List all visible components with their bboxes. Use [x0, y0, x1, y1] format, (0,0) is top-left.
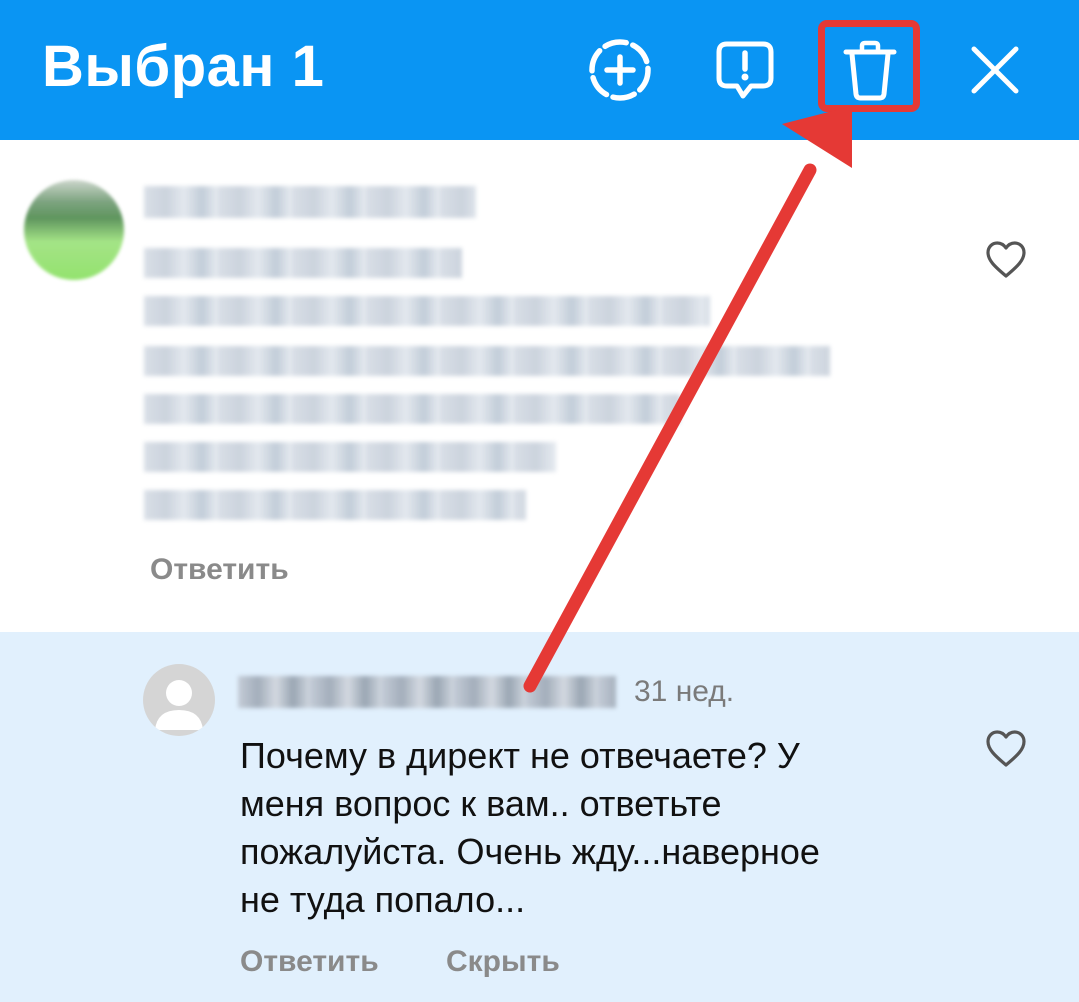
add-story-icon — [589, 39, 651, 101]
comment-text-blurred — [144, 296, 710, 326]
comment-text-blurred — [144, 490, 526, 520]
default-avatar[interactable] — [143, 664, 215, 736]
like-heart-icon[interactable] — [984, 238, 1028, 282]
close-icon — [971, 46, 1019, 94]
reply-button[interactable]: Ответить — [150, 552, 289, 588]
comments-selection-screen: Выбран 1 Ответить 31 нед. Почему в дирек… — [0, 0, 1079, 1002]
username-blurred[interactable] — [238, 676, 616, 708]
comment-item[interactable]: Ответить — [0, 140, 1079, 632]
report-button[interactable] — [705, 30, 785, 110]
comment-text: Почему в директ не отвечаете? У меня воп… — [240, 735, 820, 920]
username-blurred — [144, 186, 476, 218]
like-heart-icon[interactable] — [984, 727, 1028, 771]
selection-count-title: Выбран 1 — [42, 34, 325, 99]
selection-toolbar: Выбран 1 — [0, 0, 1079, 140]
user-silhouette-icon — [155, 680, 203, 730]
comment-text-blurred — [144, 248, 462, 278]
add-to-story-button[interactable] — [580, 30, 660, 110]
reply-button[interactable]: Ответить — [240, 944, 379, 980]
comment-text-blurred — [144, 346, 830, 376]
avatar[interactable] — [24, 180, 124, 280]
selected-comment-item[interactable]: 31 нед. Почему в директ не отвечаете? У … — [0, 632, 1079, 1002]
comment-timestamp: 31 нед. — [634, 675, 735, 708]
comment-text-blurred — [144, 394, 680, 424]
delete-highlight-annotation — [818, 20, 920, 112]
report-icon — [716, 41, 774, 99]
hide-button[interactable]: Скрыть — [446, 944, 560, 980]
close-selection-button[interactable] — [955, 30, 1035, 110]
comment-text-blurred — [144, 442, 556, 472]
